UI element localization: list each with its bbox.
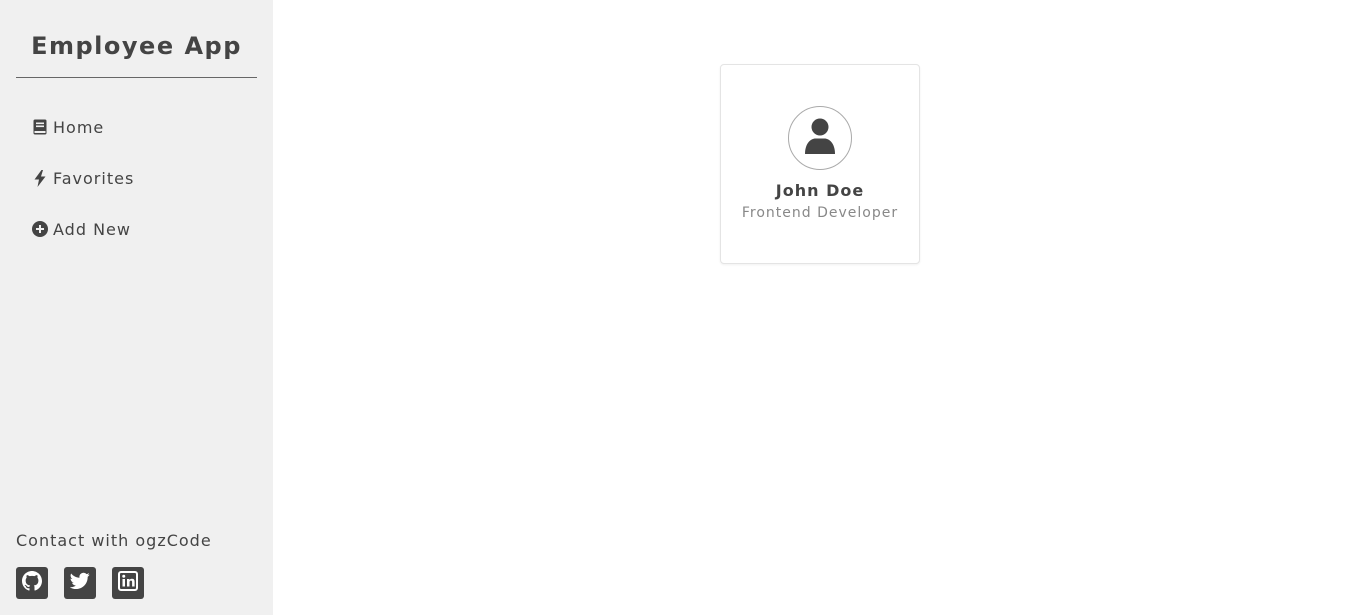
user-icon [804,118,836,158]
app-root: Employee App Home Favorites Add New Cont… [0,0,1366,615]
employee-role: Frontend Developer [741,205,899,221]
main-content: John Doe Frontend Developer [273,0,1366,615]
sidebar-item-favorites[interactable]: Favorites [0,159,273,197]
sidebar-nav: Home Favorites Add New [0,108,273,261]
sidebar-item-label: Favorites [53,168,135,188]
linkedin-link[interactable] [112,567,144,599]
employee-name: John Doe [775,181,865,200]
book-icon [32,119,48,135]
linkedin-icon [118,571,138,595]
github-link[interactable] [16,567,48,599]
bolt-icon [32,169,48,187]
sidebar: Employee App Home Favorites Add New Cont… [0,0,273,615]
plus-circle-icon [32,221,48,237]
twitter-icon [69,572,90,594]
avatar [788,106,852,170]
employee-card[interactable]: John Doe Frontend Developer [720,64,920,264]
github-icon [22,571,42,595]
sidebar-item-label: Add New [53,219,131,239]
sidebar-item-home[interactable]: Home [0,108,273,146]
app-title: Employee App [31,32,242,60]
sidebar-item-label: Home [53,117,105,137]
social-links [16,567,160,599]
twitter-link[interactable] [64,567,96,599]
sidebar-item-add-new[interactable]: Add New [0,210,273,248]
title-divider [16,77,257,78]
contact-text: Contact with ogzCode [16,531,212,550]
